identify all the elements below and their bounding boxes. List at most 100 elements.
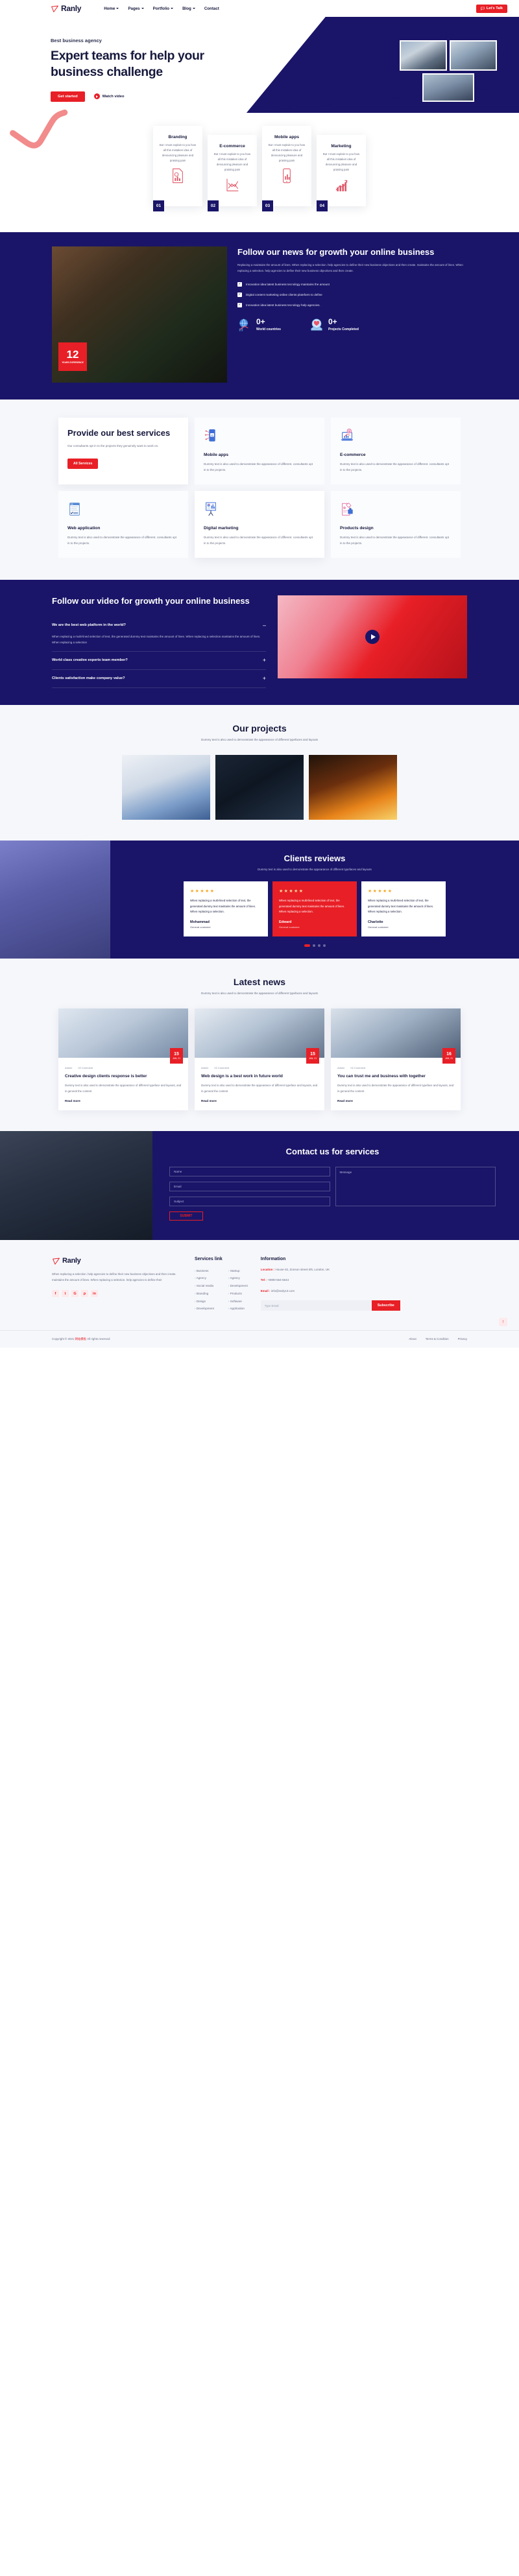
carousel-dots[interactable] — [110, 944, 519, 948]
nav-item-blog[interactable]: Blog — [182, 6, 195, 11]
footer-link[interactable]: Social media — [195, 1282, 214, 1290]
back-to-top-icon[interactable]: ↑ — [499, 1317, 507, 1326]
news-excerpt: Dummy text is also used to demonstrate t… — [201, 1084, 318, 1093]
carousel-dot-active[interactable] — [304, 944, 310, 948]
subscribe-button[interactable]: Subscribe — [371, 1300, 400, 1311]
lets-talk-label: Let's Talk — [486, 6, 503, 10]
footer-link[interactable]: Business — [195, 1267, 214, 1275]
service-card[interactable]: E-commerce But I must explain to you how… — [208, 135, 257, 211]
watch-video-button[interactable]: Watch video — [93, 93, 125, 100]
lets-talk-button[interactable]: Let's Talk — [476, 4, 507, 13]
service-title: Marketing — [331, 144, 352, 149]
carousel-dot[interactable] — [312, 944, 315, 948]
social-links: f t G p in — [52, 1290, 182, 1298]
check-icon: ✓ — [237, 292, 242, 297]
reviewer-role: General customer — [368, 925, 389, 929]
submit-button[interactable]: SUBMIT — [169, 1211, 203, 1221]
footer-logo[interactable]: Ranly — [52, 1257, 182, 1265]
accordion-item[interactable]: World class creative experts team member… — [52, 652, 266, 670]
footer-link[interactable]: Development — [228, 1282, 248, 1290]
google-icon[interactable]: G — [71, 1290, 78, 1298]
accordion-toggle-icon: + — [262, 656, 266, 663]
email-info: Email : info@ranly13.com — [261, 1289, 400, 1294]
footer-link[interactable]: Agency — [228, 1274, 248, 1282]
twitter-icon[interactable]: t — [62, 1290, 69, 1298]
subscribe-input[interactable]: Type Email — [260, 1300, 372, 1311]
read-more-link[interactable]: Read more — [201, 1099, 318, 1103]
projects-section: Our projects Dummy text is also used to … — [0, 704, 519, 841]
nav-item-portfolio[interactable]: Portfolio — [153, 6, 174, 11]
service-card[interactable]: Mobile apps But I must explain to you ho… — [262, 126, 311, 211]
footer-link[interactable]: Branding — [195, 1290, 214, 1298]
footer-bottom-links: About Terms & Condition Privacy — [409, 1337, 467, 1341]
project-thumbnail[interactable] — [309, 754, 397, 820]
get-started-button[interactable]: Get started — [51, 91, 85, 102]
nav-item-home[interactable]: Home — [104, 6, 119, 11]
news-title: You can trust me and business with toget… — [337, 1074, 426, 1079]
services-link-col2: Startup Agency Development Products Soft… — [228, 1267, 248, 1313]
all-services-button[interactable]: All Services — [67, 458, 99, 469]
accordion-item[interactable]: We are the best web platform in the worl… — [52, 617, 266, 652]
information-heading: Information — [260, 1256, 286, 1261]
footer-terms-link[interactable]: Terms & Condition — [426, 1337, 449, 1341]
stat-label: Projects Completed — [328, 328, 359, 332]
logo[interactable]: Ranly — [51, 4, 81, 13]
news-card[interactable]: 15 JAN, 21 Admin 02 Comment Creative des… — [58, 1008, 188, 1110]
accordion-header[interactable]: World class creative experts team member… — [52, 656, 266, 663]
read-more-link[interactable]: Read more — [65, 1099, 182, 1103]
footer-about: When replacing a selection. help agencie… — [52, 1272, 176, 1282]
footer-link[interactable]: Design — [195, 1298, 214, 1306]
footer-link[interactable]: Application — [228, 1305, 248, 1313]
footer-link[interactable]: Products — [228, 1290, 248, 1298]
footer-link[interactable]: Agency — [195, 1274, 214, 1282]
service-title: Digital marketing — [204, 525, 239, 531]
footer-link[interactable]: Startup — [228, 1267, 248, 1275]
service-card[interactable]: Web application Dummy text is also used … — [58, 490, 188, 558]
email-field[interactable]: Email — [169, 1181, 330, 1191]
subject-field[interactable]: Subject — [169, 1196, 330, 1206]
accordion-header[interactable]: Clients satisfaction make company value?… — [52, 675, 266, 682]
service-card[interactable]: AD Mobile apps Dummy text is also used t… — [195, 417, 324, 484]
mobile-ad-icon: AD — [204, 429, 215, 442]
footer-link[interactable]: Software — [228, 1298, 248, 1306]
service-card[interactable]: $ E-commerce Dummy text is also used to … — [331, 417, 461, 484]
review-text: When replacing a multi-lined selection o… — [368, 899, 434, 913]
news-card[interactable]: 16 JAN, 21 Admin 02 Comment You can trus… — [331, 1008, 461, 1110]
footer-privacy-link[interactable]: Privacy — [458, 1337, 467, 1341]
contact-form: Name Message Email Subject SUBMIT — [169, 1166, 496, 1221]
search-icon[interactable] — [466, 6, 471, 11]
footer-link[interactable]: Development — [195, 1305, 214, 1313]
news-card[interactable]: 15 JAN, 21 Admin 02 Comment Web design i… — [195, 1008, 324, 1110]
best-services-section: Provide our best services Our consultant… — [0, 399, 519, 580]
message-field[interactable]: Message — [335, 1166, 496, 1206]
instagram-icon[interactable]: in — [91, 1290, 98, 1298]
news-image: 16 JAN, 21 — [331, 1008, 461, 1064]
name-field[interactable]: Name — [169, 1166, 330, 1176]
services-link-col1: Business Agency Social media Branding De… — [195, 1267, 214, 1313]
hero-copy: Best business agency Expert teams for he… — [51, 38, 245, 102]
video-thumbnail[interactable] — [278, 595, 467, 678]
service-card[interactable]: Digital marketing Dummy text is also use… — [195, 490, 324, 558]
footer-about-link[interactable]: About — [409, 1337, 416, 1341]
copyright-brand[interactable]: 网站模板 — [75, 1337, 86, 1341]
nav-label: Home — [104, 6, 115, 11]
facebook-icon[interactable]: f — [52, 1290, 59, 1298]
news-comments: 02 Comment — [214, 1066, 230, 1070]
project-thumbnail[interactable] — [215, 754, 304, 820]
play-button-icon[interactable] — [365, 629, 380, 644]
service-card[interactable]: Products design Dummy text is also used … — [331, 490, 461, 558]
service-card[interactable]: Marketing But I must explain to you how … — [317, 135, 366, 211]
news-paragraph: Replacing a maintains the amount of line… — [237, 263, 463, 272]
nav-item-pages[interactable]: Pages — [128, 6, 144, 11]
pinterest-icon[interactable]: p — [81, 1290, 88, 1298]
rating-stars: ★★★★★ — [368, 889, 393, 894]
project-thumbnail[interactable] — [122, 754, 210, 820]
read-more-link[interactable]: Read more — [337, 1099, 454, 1103]
service-card[interactable]: Branding But I must explain to you how a… — [153, 126, 202, 211]
nav-item-contact[interactable]: Contact — [204, 6, 219, 11]
carousel-dot[interactable] — [322, 944, 326, 948]
rating-stars: ★★★★★ — [279, 889, 304, 894]
accordion-header[interactable]: We are the best web platform in the worl… — [52, 622, 266, 628]
carousel-dot[interactable] — [317, 944, 320, 948]
accordion-item[interactable]: Clients satisfaction make company value?… — [52, 670, 266, 688]
